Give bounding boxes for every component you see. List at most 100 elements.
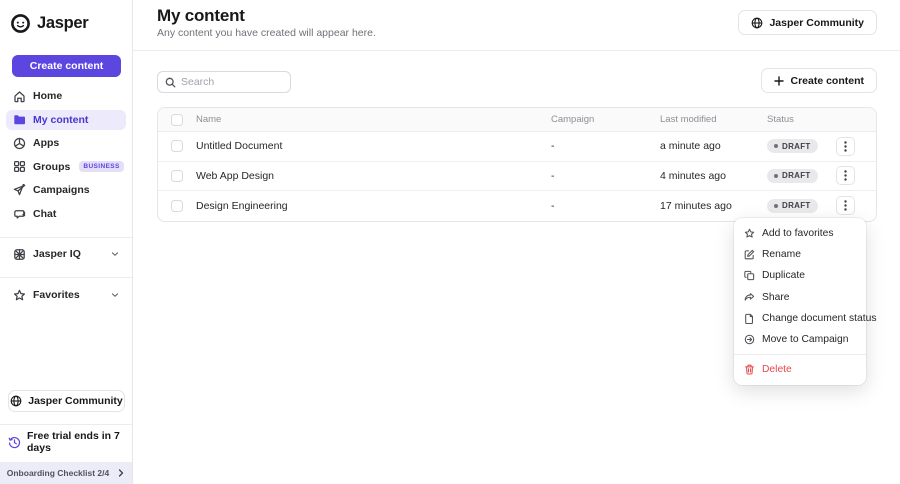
row-checkbox-cell bbox=[158, 140, 196, 153]
plus-icon bbox=[774, 75, 785, 86]
sidebar-item-my-content[interactable]: My content bbox=[6, 109, 126, 130]
row-name[interactable]: Design Engineering bbox=[196, 200, 551, 212]
onboarding-label: Onboarding Checklist 2/4 bbox=[6, 468, 110, 478]
row-menu-button[interactable] bbox=[836, 196, 855, 216]
menu-item-change-document-status[interactable]: Change document status bbox=[734, 308, 876, 329]
column-header-last-modified: Last modified bbox=[660, 114, 717, 125]
menu-item-label: Duplicate bbox=[762, 270, 805, 282]
jasper-community-button-header[interactable]: Jasper Community bbox=[738, 10, 877, 35]
menu-item-move-to-campaign[interactable]: Move to Campaign bbox=[734, 329, 866, 350]
search-box bbox=[157, 71, 291, 93]
create-content-button-main[interactable]: Create content bbox=[761, 68, 877, 93]
jasper-community-label: Jasper Community bbox=[769, 16, 864, 29]
sidebar-item-label: Apps bbox=[33, 137, 60, 149]
sidebar-divider bbox=[0, 277, 132, 278]
table-row: Design Engineering - 17 minutes ago DRAFT bbox=[158, 191, 876, 221]
page-title: My content bbox=[157, 6, 245, 25]
folder-icon bbox=[13, 113, 26, 126]
create-content-button-sidebar[interactable]: Create content bbox=[12, 55, 121, 77]
status-badge: DRAFT bbox=[767, 168, 818, 183]
content-table: Name Campaign Last modified Status Untitled… bbox=[157, 107, 877, 222]
sidebar-item-chat[interactable]: Chat bbox=[6, 204, 126, 224]
sidebar-item-apps[interactable]: Apps bbox=[6, 133, 126, 153]
row-menu-button[interactable] bbox=[836, 166, 855, 186]
jasper-logo-icon bbox=[10, 13, 31, 34]
status-badge: DRAFT bbox=[767, 198, 818, 213]
sidebar-nav: Home My content Apps Groups BUSINESS Campaign… bbox=[6, 86, 126, 227]
status-label: DRAFT bbox=[782, 171, 811, 181]
row-menu-button[interactable] bbox=[836, 136, 855, 156]
onboarding-checklist-bar[interactable]: Onboarding Checklist 2/4 bbox=[0, 462, 132, 484]
status-dot bbox=[774, 203, 778, 208]
sidebar-divider bbox=[0, 237, 132, 238]
menu-item-delete[interactable]: Delete bbox=[734, 359, 866, 380]
sidebar-section-label: Jasper IQ bbox=[33, 248, 81, 260]
menu-item-label: Add to favorites bbox=[762, 228, 834, 240]
jasper-logo: Jasper bbox=[10, 13, 89, 34]
row-actions-cell bbox=[836, 196, 876, 216]
menu-item-label: Change document status bbox=[762, 312, 877, 324]
sidebar-item-label: Groups bbox=[33, 160, 71, 173]
menu-item-label: Rename bbox=[762, 249, 801, 261]
logo-text: Jasper bbox=[37, 14, 89, 32]
row-last-modified: 4 minutes ago bbox=[660, 169, 726, 182]
row-last-modified: a minute ago bbox=[660, 140, 721, 153]
sidebar-divider bbox=[0, 424, 132, 425]
apps-icon bbox=[13, 137, 26, 150]
sidebar-item-campaigns[interactable]: Campaigns bbox=[6, 180, 126, 200]
row-status-cell: DRAFT bbox=[767, 139, 836, 154]
header-checkbox-cell bbox=[158, 113, 196, 126]
row-checkbox-cell bbox=[158, 169, 196, 182]
sidebar-item-label: Home bbox=[33, 90, 63, 102]
sidebar-item-groups[interactable]: Groups BUSINESS bbox=[6, 157, 126, 177]
column-header-status: Status bbox=[767, 114, 794, 125]
header-divider bbox=[133, 50, 900, 51]
row-checkbox[interactable] bbox=[171, 199, 183, 212]
table-row: Web App Design - 4 minutes ago DRAFT bbox=[158, 162, 876, 191]
groups-icon bbox=[13, 160, 26, 173]
menu-divider bbox=[734, 354, 866, 356]
row-checkbox[interactable] bbox=[171, 140, 183, 153]
row-campaign: - bbox=[551, 169, 555, 182]
row-name[interactable]: Web App Design bbox=[196, 170, 551, 182]
row-name[interactable]: Untitled Document bbox=[196, 140, 551, 152]
sidebar-item-jasper-iq[interactable]: Jasper IQ bbox=[6, 244, 126, 264]
select-all-checkbox[interactable] bbox=[171, 113, 183, 126]
sidebar-section-label: Favorites bbox=[33, 289, 80, 301]
status-dot bbox=[774, 144, 778, 149]
status-badge: DRAFT bbox=[767, 139, 818, 154]
menu-item-label: Move to Campaign bbox=[762, 334, 849, 346]
sidebar-item-home[interactable]: Home bbox=[6, 86, 126, 106]
menu-item-rename[interactable]: Rename bbox=[734, 244, 866, 265]
home-icon bbox=[13, 90, 26, 103]
table-row: Untitled Document - a minute ago DRAFT bbox=[158, 132, 876, 162]
sidebar-item-label: My content bbox=[33, 113, 89, 126]
row-campaign: - bbox=[551, 199, 555, 212]
menu-item-add-to-favorites[interactable]: Add to favorites bbox=[734, 223, 866, 244]
jasper-community-button-sidebar[interactable]: Jasper Community bbox=[8, 390, 125, 412]
column-header-campaign: Campaign bbox=[551, 114, 595, 125]
status-label: DRAFT bbox=[782, 141, 811, 151]
search-input[interactable] bbox=[181, 76, 283, 88]
free-trial-label: Free trial ends in 7 days bbox=[27, 430, 120, 454]
jasper-iq-icon bbox=[13, 248, 26, 261]
sidebar-item-favorites[interactable]: Favorites bbox=[6, 285, 126, 305]
menu-item-share[interactable]: Share bbox=[734, 287, 866, 308]
move-campaign-icon bbox=[744, 334, 755, 345]
table-header-row: Name Campaign Last modified Status bbox=[158, 108, 876, 132]
sidebar-item-label: Campaigns bbox=[33, 184, 90, 196]
trash-icon bbox=[744, 364, 755, 375]
row-status-cell: DRAFT bbox=[767, 168, 836, 183]
row-checkbox[interactable] bbox=[171, 169, 183, 182]
menu-item-duplicate[interactable]: Duplicate bbox=[734, 265, 866, 286]
kebab-icon bbox=[844, 170, 847, 181]
sidebar-item-label: Chat bbox=[33, 207, 57, 220]
create-content-label: Create content bbox=[790, 74, 864, 87]
column-header-name: Name bbox=[196, 114, 222, 125]
plan-badge: BUSINESS bbox=[79, 161, 124, 172]
row-status-cell: DRAFT bbox=[767, 198, 836, 213]
row-actions-cell bbox=[836, 166, 876, 186]
globe-icon bbox=[10, 395, 22, 407]
star-icon bbox=[13, 289, 26, 302]
globe-icon bbox=[751, 17, 763, 29]
